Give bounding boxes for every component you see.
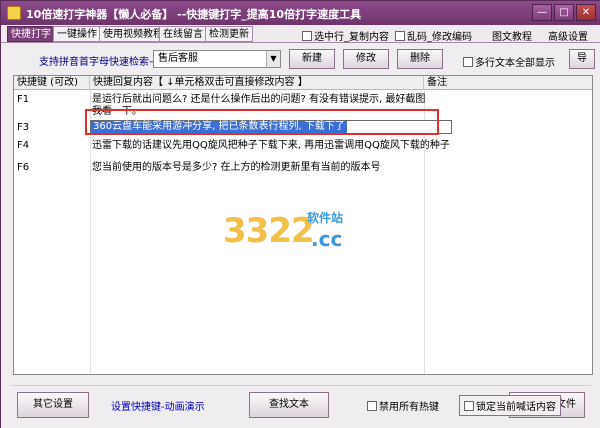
close-button[interactable]: ✕ bbox=[576, 4, 596, 21]
table-header: 快捷键 (可改) 快捷回复内容【 ↓单元格双击可直接修改内容 】 备注 bbox=[14, 76, 592, 90]
multiline-label: 多行文本全部显示 bbox=[475, 58, 555, 69]
row-hotkey: F4 bbox=[17, 140, 30, 151]
disable-hotkeys-checkbox[interactable] bbox=[367, 401, 377, 411]
copy-on-select-label: 选中行_复制内容 bbox=[314, 32, 389, 43]
tab-one-click[interactable]: 一键操作 bbox=[53, 26, 101, 42]
bottom-bar: 其它设置 设置快捷键-动画演示 查找文本 禁用所有热键 文件 锁定当前喊话内容 bbox=[11, 385, 591, 423]
minimize-button[interactable]: — bbox=[532, 4, 552, 21]
watermark-number: 3322 bbox=[223, 211, 315, 251]
column-header-note[interactable]: 备注 bbox=[424, 76, 592, 90]
row-hotkey: F6 bbox=[17, 162, 30, 173]
row-content: 您当前使用的版本号是多少? 在上方的检测更新里有当前的版本号 bbox=[92, 162, 381, 173]
search-text-button[interactable]: 查找文本 bbox=[249, 392, 329, 418]
row-hotkey: F3 bbox=[17, 122, 30, 133]
watermark-domain: .cc bbox=[311, 227, 343, 251]
row-content: 迅雷下载的话建议先用QQ旋风把种子下载下来, 再用迅雷调用QQ旋风下载的种子 bbox=[92, 140, 450, 151]
column-header-hotkey[interactable]: 快捷键 (可改) bbox=[14, 76, 90, 90]
edit-button[interactable]: 修改 bbox=[343, 49, 389, 69]
encoding-fix-check[interactable]: 乱码_修改编码 bbox=[395, 28, 472, 43]
multiline-check[interactable]: 多行文本全部显示 bbox=[463, 54, 555, 69]
tab-video-tutorial[interactable]: 使用视频教程 bbox=[99, 26, 167, 42]
table-row[interactable]: F6 您当前使用的版本号是多少? 在上方的检测更新里有当前的版本号 bbox=[14, 162, 592, 178]
category-select[interactable]: 售后客服 ▼ bbox=[153, 50, 281, 68]
title-bar: 10倍速打字神器【懒人必备】 --快捷键打字_提高10倍打字速度工具 — □ ✕ bbox=[1, 1, 600, 25]
tab-online-message[interactable]: 在线留言 bbox=[159, 26, 207, 42]
lock-current-check[interactable]: 锁定当前喊话内容 bbox=[459, 395, 561, 416]
watermark: 3322 软件站 .cc bbox=[223, 211, 373, 261]
menu-bar: 快捷打字 一键操作 使用视频教程 在线留言 检测更新 选中行_复制内容 乱码_修… bbox=[1, 25, 600, 43]
hotkey-demo-link[interactable]: 设置快捷键-动画演示 bbox=[111, 398, 205, 413]
advanced-settings-link[interactable]: 高级设置 bbox=[548, 28, 588, 43]
encoding-fix-label: 乱码_修改编码 bbox=[407, 32, 472, 43]
watermark-site: 软件站 bbox=[307, 211, 344, 225]
encoding-fix-checkbox[interactable] bbox=[395, 31, 405, 41]
graphic-tutorial-link[interactable]: 图文教程 bbox=[492, 28, 532, 43]
disable-hotkeys-check[interactable]: 禁用所有热键 bbox=[367, 398, 439, 413]
app-window: 10倍速打字神器【懒人必备】 --快捷键打字_提高10倍打字速度工具 — □ ✕… bbox=[0, 0, 600, 428]
chevron-down-icon[interactable]: ▼ bbox=[266, 51, 280, 67]
search-hint-label: 支持拼音首字母快速检索→ bbox=[39, 57, 158, 68]
delete-button[interactable]: 删除 bbox=[397, 49, 443, 69]
table-row[interactable]: F4 迅雷下载的话建议先用QQ旋风把种子下载下来, 再用迅雷调用QQ旋风下载的种… bbox=[14, 140, 592, 156]
main-panel: 支持拼音首字母快速检索→ 售后客服 ▼ 新建 修改 删除 多行文本全部显示 导 … bbox=[1, 43, 600, 428]
multiline-checkbox[interactable] bbox=[463, 57, 473, 67]
maximize-button[interactable]: □ bbox=[554, 4, 574, 21]
disable-hotkeys-label: 禁用所有热键 bbox=[379, 402, 439, 413]
copy-on-select-check[interactable]: 选中行_复制内容 bbox=[302, 28, 389, 43]
category-select-value: 售后客服 bbox=[158, 53, 198, 64]
new-button[interactable]: 新建 bbox=[289, 49, 335, 69]
window-title: 10倍速打字神器【懒人必备】 --快捷键打字_提高10倍打字速度工具 bbox=[26, 8, 362, 21]
annotation-highlight-box bbox=[85, 109, 439, 135]
other-settings-button[interactable]: 其它设置 bbox=[17, 392, 89, 418]
tab-quick-typing[interactable]: 快捷打字 bbox=[7, 26, 55, 42]
lock-current-label: 锁定当前喊话内容 bbox=[476, 402, 556, 413]
tab-check-update[interactable]: 检测更新 bbox=[205, 26, 253, 42]
lock-current-checkbox[interactable] bbox=[464, 401, 474, 411]
import-button[interactable]: 导 bbox=[569, 49, 595, 69]
app-logo-icon bbox=[7, 6, 21, 20]
column-header-content[interactable]: 快捷回复内容【 ↓单元格双击可直接修改内容 】 bbox=[90, 76, 424, 90]
copy-on-select-checkbox[interactable] bbox=[302, 31, 312, 41]
row-hotkey: F1 bbox=[17, 94, 30, 105]
